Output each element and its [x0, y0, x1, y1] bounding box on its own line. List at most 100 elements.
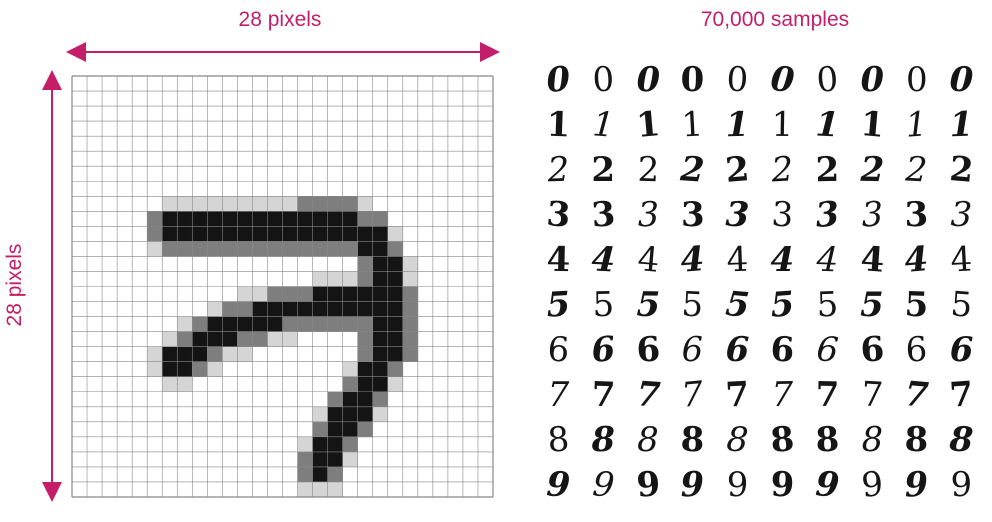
pixel-cell: [237, 316, 253, 332]
pixel-cell: [282, 316, 298, 332]
pixel-cell: [342, 241, 358, 257]
sample-digit: 0: [725, 59, 750, 101]
pixel-cell: [372, 256, 389, 272]
sample-digit: 1: [771, 104, 794, 146]
pixel-cell: [372, 361, 389, 378]
sample-digit: 0: [905, 60, 928, 100]
sample-digit: 1: [634, 104, 662, 146]
pixel-cell: [192, 226, 208, 242]
pixel-cell: [222, 346, 238, 362]
sample-digit: 5: [545, 284, 572, 326]
sample-digit: 6: [546, 329, 571, 371]
pixel-cell: [372, 241, 389, 257]
sample-digit: 0: [591, 59, 616, 101]
pixel-cell: [222, 331, 238, 347]
pixel-cell: [192, 331, 208, 347]
pixel-cell: [387, 316, 404, 332]
pixel-cell: [387, 346, 404, 362]
pixel-cell: [312, 241, 328, 257]
sample-digit: 4: [546, 239, 571, 281]
pixel-cell: [207, 346, 223, 362]
pixel-cell: [297, 241, 313, 257]
pixel-cell: [252, 211, 268, 227]
pixel-cell: [252, 286, 268, 302]
pixel-cell: [372, 376, 389, 393]
pixel-cell: [147, 211, 163, 227]
pixel-cell: [147, 346, 163, 362]
pixel-cell: [297, 286, 313, 302]
pixel-cell: [372, 226, 389, 242]
pixel-cell: [327, 301, 343, 317]
sample-digit: 8: [680, 419, 706, 461]
pixel-cell: [387, 286, 404, 302]
pixel-cell: [402, 256, 419, 272]
pixel-cell: [372, 286, 389, 302]
sample-digit: 6: [905, 329, 929, 371]
sample-digit: 9: [634, 464, 662, 506]
pixel-cell: [372, 316, 389, 332]
sample-digit: 2: [679, 149, 707, 191]
pixel-cell: [342, 271, 358, 287]
pixel-cell: [387, 226, 404, 242]
pixel-cell: [312, 466, 328, 483]
sample-digit: 4: [949, 239, 974, 281]
pixel-cell: [162, 211, 178, 227]
pixel-cell: [222, 316, 238, 332]
pixel-cell: [207, 301, 223, 317]
sample-digit: 2: [859, 149, 885, 191]
pixel-cell: [312, 301, 328, 317]
pixel-cell: [327, 436, 343, 453]
pixel-cell: [192, 196, 208, 212]
sample-digit: 7: [903, 374, 931, 416]
pixel-cell: [312, 481, 328, 498]
pixel-cell: [312, 211, 328, 227]
pixel-cell: [177, 196, 193, 212]
sample-digit: 5: [635, 284, 661, 326]
pixel-cell: [327, 466, 343, 483]
pixel-cell: [177, 316, 193, 332]
pixel-cell: [267, 331, 283, 347]
pixel-cell: [282, 301, 298, 317]
sample-digit: 6: [681, 329, 704, 371]
pixel-cell: [297, 466, 313, 483]
sample-digit: 8: [725, 419, 750, 461]
pixel-cell: [252, 196, 268, 212]
pixel-cell: [312, 226, 328, 242]
pixel-cell: [357, 331, 374, 347]
pixel-cell: [342, 301, 358, 317]
pixel-cell: [282, 196, 298, 212]
pixel-cell: [357, 241, 374, 257]
pixel-cell: [147, 361, 163, 378]
pixel-cell: [162, 346, 178, 362]
pixel-cell: [372, 391, 389, 408]
sample-digit: 5: [860, 285, 884, 325]
pixel-cell: [357, 301, 374, 317]
pixel-cell: [297, 211, 313, 227]
pixel-cell: [192, 241, 208, 257]
sample-digit: 5: [724, 284, 752, 326]
pixel-cell: [162, 196, 178, 212]
pixel-cell: [387, 376, 404, 393]
pixel-cell: [312, 451, 328, 468]
pixel-cell: [207, 361, 223, 378]
pixel-cell: [282, 226, 298, 242]
pixel-cell: [327, 196, 343, 212]
sample-digit: 2: [591, 150, 616, 190]
pixel-cell: [252, 331, 268, 347]
sample-digit: 7: [724, 374, 751, 416]
sample-digit: 7: [860, 374, 884, 416]
pixel-cell: [327, 241, 343, 257]
sample-digit: 3: [589, 194, 617, 236]
pixel-cell: [342, 421, 358, 438]
pixel-cell: [402, 286, 419, 302]
digit-row: 3333333333: [536, 193, 984, 238]
sample-digit: 9: [950, 464, 973, 506]
sample-digit: 4: [858, 239, 886, 281]
pixel-cell: [402, 346, 419, 362]
sample-digits-grid: 0000000000111111111122222222223333333333…: [536, 58, 984, 508]
pixel-cell: [357, 346, 374, 362]
pixel-cell: [357, 376, 374, 393]
pixel-cell: [297, 226, 313, 242]
sample-digit: 9: [680, 464, 706, 506]
pixel-cell: [327, 406, 343, 423]
